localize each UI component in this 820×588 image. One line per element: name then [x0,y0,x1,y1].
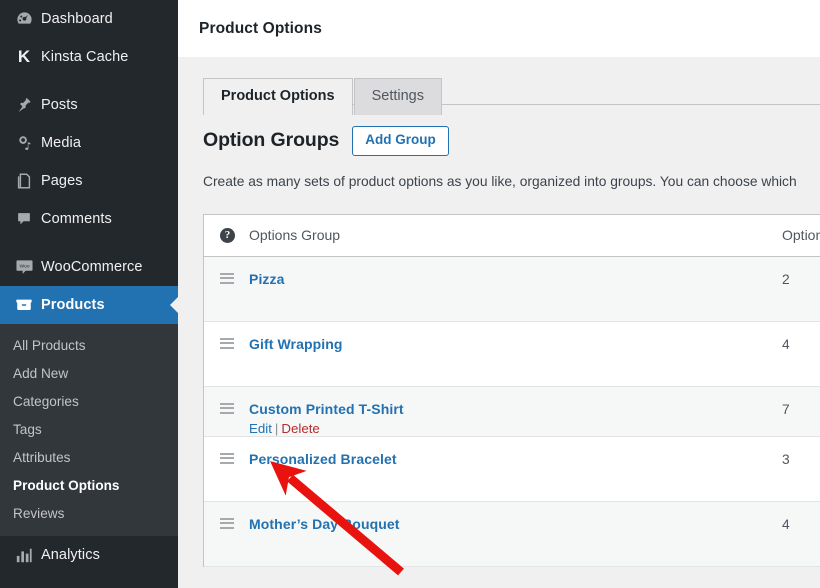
tab-product-options[interactable]: Product Options [203,78,353,115]
group-name-link[interactable]: Gift Wrapping [249,336,343,352]
pages-icon [9,172,39,190]
group-name-link[interactable]: Personalized Bracelet [249,451,397,467]
drag-handle-cell[interactable] [204,502,249,529]
submenu-item-all-products[interactable]: All Products [0,331,178,359]
column-header-label: Options [782,227,820,243]
column-header-options: Options [782,227,820,243]
option-groups-table: ? Options Group Options Pizza 2 [203,214,820,567]
group-name-cell: Mother’s Day Bouquet [249,502,782,532]
drag-handle-cell[interactable] [204,257,249,284]
drag-handle-icon[interactable] [220,403,234,414]
column-header-options-group: Options Group [249,227,782,243]
options-count: 4 [782,337,790,352]
delete-link[interactable]: Delete [281,421,319,436]
drag-handle-icon[interactable] [220,518,234,529]
column-header-help: ? [204,228,249,243]
sidebar-divider [0,76,178,86]
drag-handle-icon[interactable] [220,453,234,464]
action-separator: | [272,421,281,436]
table-row[interactable]: Mother’s Day Bouquet 4 [204,502,820,567]
sidebar-item-media[interactable]: Media [0,124,178,162]
options-count: 7 [782,402,790,417]
sidebar-item-label: Analytics [39,547,100,563]
sidebar-item-label: Comments [39,211,112,227]
wordpress-admin-screen: Dashboard K Kinsta Cache Posts Media Pag… [0,0,820,588]
sidebar-item-posts[interactable]: Posts [0,86,178,124]
options-count-cell: 2 [782,257,820,287]
admin-sidebar: Dashboard K Kinsta Cache Posts Media Pag… [0,0,178,588]
options-count-cell: 7 [782,387,820,417]
group-name-cell: Personalized Bracelet [249,437,782,467]
sidebar-item-label: Dashboard [39,11,113,27]
sidebar-item-woocommerce[interactable]: Woo WooCommerce [0,248,178,286]
submenu-item-product-options[interactable]: Product Options [0,471,178,499]
table-row[interactable]: Pizza 2 [204,257,820,322]
drag-handle-cell[interactable] [204,322,249,349]
svg-text:Woo: Woo [19,263,29,269]
media-icon [9,134,39,152]
help-icon[interactable]: ? [220,228,235,243]
submenu-item-add-new[interactable]: Add New [0,359,178,387]
tab-settings[interactable]: Settings [354,78,442,115]
sidebar-item-label: Posts [39,97,78,113]
options-count-cell: 4 [782,322,820,352]
products-submenu: All Products Add New Categories Tags Att… [0,324,178,536]
options-count-cell: 3 [782,437,820,467]
sidebar-item-label: WooCommerce [39,259,143,275]
sidebar-item-label: Products [39,297,105,313]
sidebar-item-pages[interactable]: Pages [0,162,178,200]
products-box-icon [9,296,39,314]
option-groups-description: Create as many sets of product options a… [178,156,820,193]
woocommerce-icon: Woo [9,259,39,276]
column-header-label: Options Group [249,227,340,243]
main-content: Product Options Product Options Settings… [178,0,820,588]
tab-bar: Product Options Settings [178,57,820,105]
sidebar-item-label: Media [39,135,81,151]
drag-handle-cell[interactable] [204,437,249,464]
row-actions: Edit|Delete [249,421,782,436]
table-row[interactable]: Gift Wrapping 4 [204,322,820,387]
options-count: 2 [782,272,790,287]
edit-link[interactable]: Edit [249,421,272,436]
sidebar-item-analytics[interactable]: Analytics [0,536,178,574]
page-title: Product Options [199,20,820,38]
table-row[interactable]: Personalized Bracelet 3 [204,437,820,502]
group-name-link[interactable]: Pizza [249,271,285,287]
pin-icon [9,96,39,114]
sidebar-item-label: Kinsta Cache [39,49,128,65]
group-name-cell: Gift Wrapping [249,322,782,352]
options-count: 4 [782,517,790,532]
group-name-cell: Custom Printed T-Shirt Edit|Delete [249,387,782,436]
add-group-button[interactable]: Add Group [352,126,449,156]
drag-handle-cell[interactable] [204,387,249,414]
analytics-bars-icon [9,546,39,564]
kinsta-k-icon: K [9,47,39,67]
submenu-item-categories[interactable]: Categories [0,387,178,415]
comment-bubble-icon [9,210,39,228]
group-name-cell: Pizza [249,257,782,287]
table-header-row: ? Options Group Options [204,215,820,257]
table-row[interactable]: Custom Printed T-Shirt Edit|Delete 7 [204,387,820,437]
sidebar-item-dashboard[interactable]: Dashboard [0,0,178,38]
submenu-item-attributes[interactable]: Attributes [0,443,178,471]
sidebar-item-label: Pages [39,173,83,189]
dashboard-icon [9,10,39,29]
sidebar-item-kinsta-cache[interactable]: K Kinsta Cache [0,38,178,76]
options-count-cell: 4 [782,502,820,532]
submenu-item-reviews[interactable]: Reviews [0,499,178,527]
page-header: Product Options [178,0,820,57]
option-groups-heading: Option Groups [203,129,339,152]
group-name-link[interactable]: Custom Printed T-Shirt [249,401,404,417]
group-name-link[interactable]: Mother’s Day Bouquet [249,516,400,532]
drag-handle-icon[interactable] [220,273,234,284]
sidebar-divider [0,238,178,248]
drag-handle-icon[interactable] [220,338,234,349]
sidebar-item-products[interactable]: Products [0,286,178,324]
sidebar-item-comments[interactable]: Comments [0,200,178,238]
submenu-item-tags[interactable]: Tags [0,415,178,443]
options-count: 3 [782,452,790,467]
